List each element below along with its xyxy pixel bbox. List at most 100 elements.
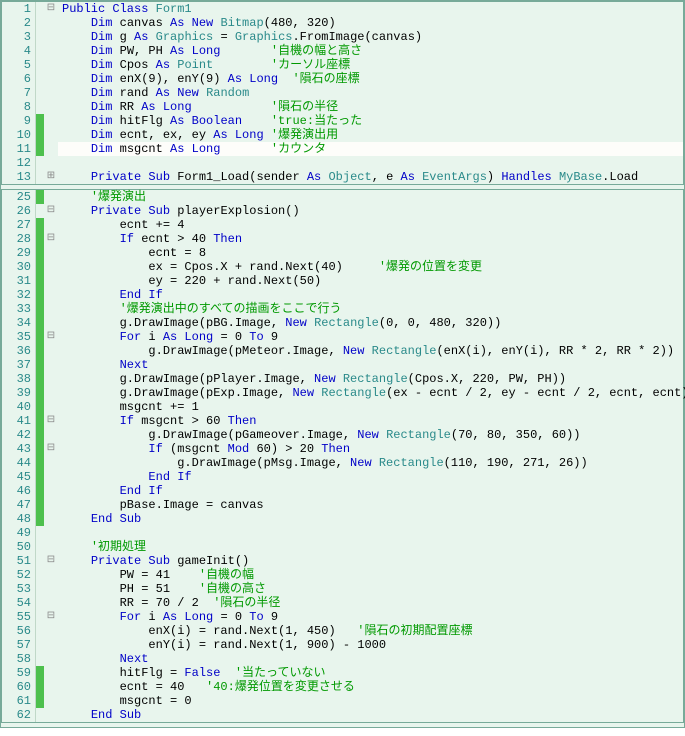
code-content[interactable]: End If <box>58 484 683 498</box>
code-line[interactable]: 60 ecnt = 40 '40:爆発位置を変更させる <box>2 680 683 694</box>
code-content[interactable]: ex = Cpos.X + rand.Next(40) '爆発の位置を変更 <box>58 260 683 274</box>
code-content[interactable]: Dim Cpos As Point 'カーソル座標 <box>58 58 683 72</box>
code-content[interactable]: ecnt = 40 '40:爆発位置を変更させる <box>58 680 683 694</box>
code-line[interactable]: 38 g.DrawImage(pPlayer.Image, New Rectan… <box>2 372 683 386</box>
code-line[interactable]: 57 enY(i) = rand.Next(1, 900) - 1000 <box>2 638 683 652</box>
fold-toggle-icon[interactable]: ⊟ <box>44 414 58 428</box>
code-line[interactable]: 50 '初期処理 <box>2 540 683 554</box>
code-line[interactable]: 40 msgcnt += 1 <box>2 400 683 414</box>
code-line[interactable]: 13⊞ Private Sub Form1_Load(sender As Obj… <box>2 170 683 184</box>
code-content[interactable]: msgcnt += 1 <box>58 400 683 414</box>
code-content[interactable]: '爆発演出 <box>58 190 683 204</box>
code-content[interactable]: End If <box>58 470 683 484</box>
code-content[interactable] <box>58 156 683 170</box>
code-line[interactable]: 61 msgcnt = 0 <box>2 694 683 708</box>
code-line[interactable]: 8 Dim RR As Long '隕石の半径 <box>2 100 683 114</box>
code-content[interactable]: Private Sub Form1_Load(sender As Object,… <box>58 170 683 184</box>
code-line[interactable]: 32 End If <box>2 288 683 302</box>
code-line[interactable]: 28⊟ If ecnt > 40 Then <box>2 232 683 246</box>
fold-toggle-icon[interactable]: ⊟ <box>44 610 58 624</box>
code-line[interactable]: 7 Dim rand As New Random <box>2 86 683 100</box>
code-line[interactable]: 44 g.DrawImage(pMsg.Image, New Rectangle… <box>2 456 683 470</box>
code-line[interactable]: 54 RR = 70 / 2 '隕石の半径 <box>2 596 683 610</box>
code-content[interactable]: '初期処理 <box>58 540 683 554</box>
code-line[interactable]: 11 Dim msgcnt As Long 'カウンタ <box>2 142 683 156</box>
code-line[interactable]: 56 enX(i) = rand.Next(1, 450) '隕石の初期配置座標 <box>2 624 683 638</box>
code-content[interactable]: g.DrawImage(pBG.Image, New Rectangle(0, … <box>58 316 683 330</box>
code-line[interactable]: 26⊟ Private Sub playerExplosion() <box>2 204 683 218</box>
code-content[interactable]: Dim rand As New Random <box>58 86 683 100</box>
code-line[interactable]: 46 End If <box>2 484 683 498</box>
code-content[interactable]: Next <box>58 358 683 372</box>
code-content[interactable]: '爆発演出中のすべての描画をここで行う <box>58 302 683 316</box>
code-line[interactable]: 37 Next <box>2 358 683 372</box>
fold-toggle-icon[interactable]: ⊟ <box>44 232 58 246</box>
code-content[interactable]: hitFlg = False '当たっていない <box>58 666 683 680</box>
code-content[interactable]: Next <box>58 652 683 666</box>
code-content[interactable]: For i As Long = 0 To 9 <box>58 330 683 344</box>
code-line[interactable]: 5 Dim Cpos As Point 'カーソル座標 <box>2 58 683 72</box>
code-line[interactable]: 49 <box>2 526 683 540</box>
code-line[interactable]: 2 Dim canvas As New Bitmap(480, 320) <box>2 16 683 30</box>
code-line[interactable]: 43⊟ If (msgcnt Mod 60) > 20 Then <box>2 442 683 456</box>
code-line[interactable]: 52 PW = 41 '自機の幅 <box>2 568 683 582</box>
code-content[interactable]: g.DrawImage(pMsg.Image, New Rectangle(11… <box>58 456 683 470</box>
code-content[interactable]: Dim canvas As New Bitmap(480, 320) <box>58 16 683 30</box>
code-content[interactable]: Dim ecnt, ex, ey As Long '爆発演出用 <box>58 128 683 142</box>
code-line[interactable]: 33 '爆発演出中のすべての描画をここで行う <box>2 302 683 316</box>
code-content[interactable]: g.DrawImage(pExp.Image, New Rectangle(ex… <box>58 386 685 400</box>
code-line[interactable]: 30 ex = Cpos.X + rand.Next(40) '爆発の位置を変更 <box>2 260 683 274</box>
code-content[interactable]: PH = 51 '自機の高さ <box>58 582 683 596</box>
code-line[interactable]: 25 '爆発演出 <box>2 190 683 204</box>
code-line[interactable]: 47 pBase.Image = canvas <box>2 498 683 512</box>
code-content[interactable]: Dim RR As Long '隕石の半径 <box>58 100 683 114</box>
code-content[interactable]: Dim enX(9), enY(9) As Long '隕石の座標 <box>58 72 683 86</box>
code-content[interactable]: ey = 220 + rand.Next(50) <box>58 274 683 288</box>
code-content[interactable]: End Sub <box>58 512 683 526</box>
code-content[interactable]: Private Sub playerExplosion() <box>58 204 683 218</box>
code-content[interactable]: Dim g As Graphics = Graphics.FromImage(c… <box>58 30 683 44</box>
code-line[interactable]: 9 Dim hitFlg As Boolean 'true:当たった <box>2 114 683 128</box>
code-line[interactable]: 29 ecnt = 8 <box>2 246 683 260</box>
code-content[interactable]: Private Sub gameInit() <box>58 554 683 568</box>
code-content[interactable]: Dim hitFlg As Boolean 'true:当たった <box>58 114 683 128</box>
code-content[interactable]: If (msgcnt Mod 60) > 20 Then <box>58 442 683 456</box>
code-line[interactable]: 4 Dim PW, PH As Long '自機の幅と高さ <box>2 44 683 58</box>
code-content[interactable]: enY(i) = rand.Next(1, 900) - 1000 <box>58 638 683 652</box>
fold-toggle-icon[interactable]: ⊟ <box>44 442 58 456</box>
code-content[interactable]: End Sub <box>58 708 683 722</box>
code-line[interactable]: 51⊟ Private Sub gameInit() <box>2 554 683 568</box>
code-content[interactable]: g.DrawImage(pGameover.Image, New Rectang… <box>58 428 683 442</box>
code-content[interactable]: PW = 41 '自機の幅 <box>58 568 683 582</box>
code-content[interactable]: RR = 70 / 2 '隕石の半径 <box>58 596 683 610</box>
code-line[interactable]: 10 Dim ecnt, ex, ey As Long '爆発演出用 <box>2 128 683 142</box>
code-content[interactable]: enX(i) = rand.Next(1, 450) '隕石の初期配置座標 <box>58 624 683 638</box>
code-line[interactable]: 39 g.DrawImage(pExp.Image, New Rectangle… <box>2 386 683 400</box>
code-content[interactable]: msgcnt = 0 <box>58 694 683 708</box>
code-line[interactable]: 42 g.DrawImage(pGameover.Image, New Rect… <box>2 428 683 442</box>
code-line[interactable]: 12 <box>2 156 683 170</box>
code-line[interactable]: 36 g.DrawImage(pMeteor.Image, New Rectan… <box>2 344 683 358</box>
fold-toggle-icon[interactable]: ⊟ <box>44 204 58 218</box>
code-content[interactable]: g.DrawImage(pPlayer.Image, New Rectangle… <box>58 372 683 386</box>
code-line[interactable]: 27 ecnt += 4 <box>2 218 683 232</box>
code-line[interactable]: 3 Dim g As Graphics = Graphics.FromImage… <box>2 30 683 44</box>
code-line[interactable]: 48 End Sub <box>2 512 683 526</box>
code-line[interactable]: 35⊟ For i As Long = 0 To 9 <box>2 330 683 344</box>
code-content[interactable]: Dim msgcnt As Long 'カウンタ <box>58 142 683 156</box>
code-line[interactable]: 45 End If <box>2 470 683 484</box>
code-content[interactable]: If ecnt > 40 Then <box>58 232 683 246</box>
code-line[interactable]: 62 End Sub <box>2 708 683 722</box>
code-line[interactable]: 6 Dim enX(9), enY(9) As Long '隕石の座標 <box>2 72 683 86</box>
code-line[interactable]: 41⊟ If msgcnt > 60 Then <box>2 414 683 428</box>
fold-toggle-icon[interactable]: ⊟ <box>44 554 58 568</box>
code-line[interactable]: 1⊟Public Class Form1 <box>2 2 683 16</box>
code-line[interactable]: 53 PH = 51 '自機の高さ <box>2 582 683 596</box>
code-content[interactable]: ecnt += 4 <box>58 218 683 232</box>
fold-toggle-icon[interactable]: ⊟ <box>44 2 58 16</box>
code-content[interactable] <box>58 526 683 540</box>
code-line[interactable]: 31 ey = 220 + rand.Next(50) <box>2 274 683 288</box>
code-line[interactable]: 58 Next <box>2 652 683 666</box>
fold-toggle-icon[interactable]: ⊞ <box>44 170 58 184</box>
code-line[interactable]: 34 g.DrawImage(pBG.Image, New Rectangle(… <box>2 316 683 330</box>
